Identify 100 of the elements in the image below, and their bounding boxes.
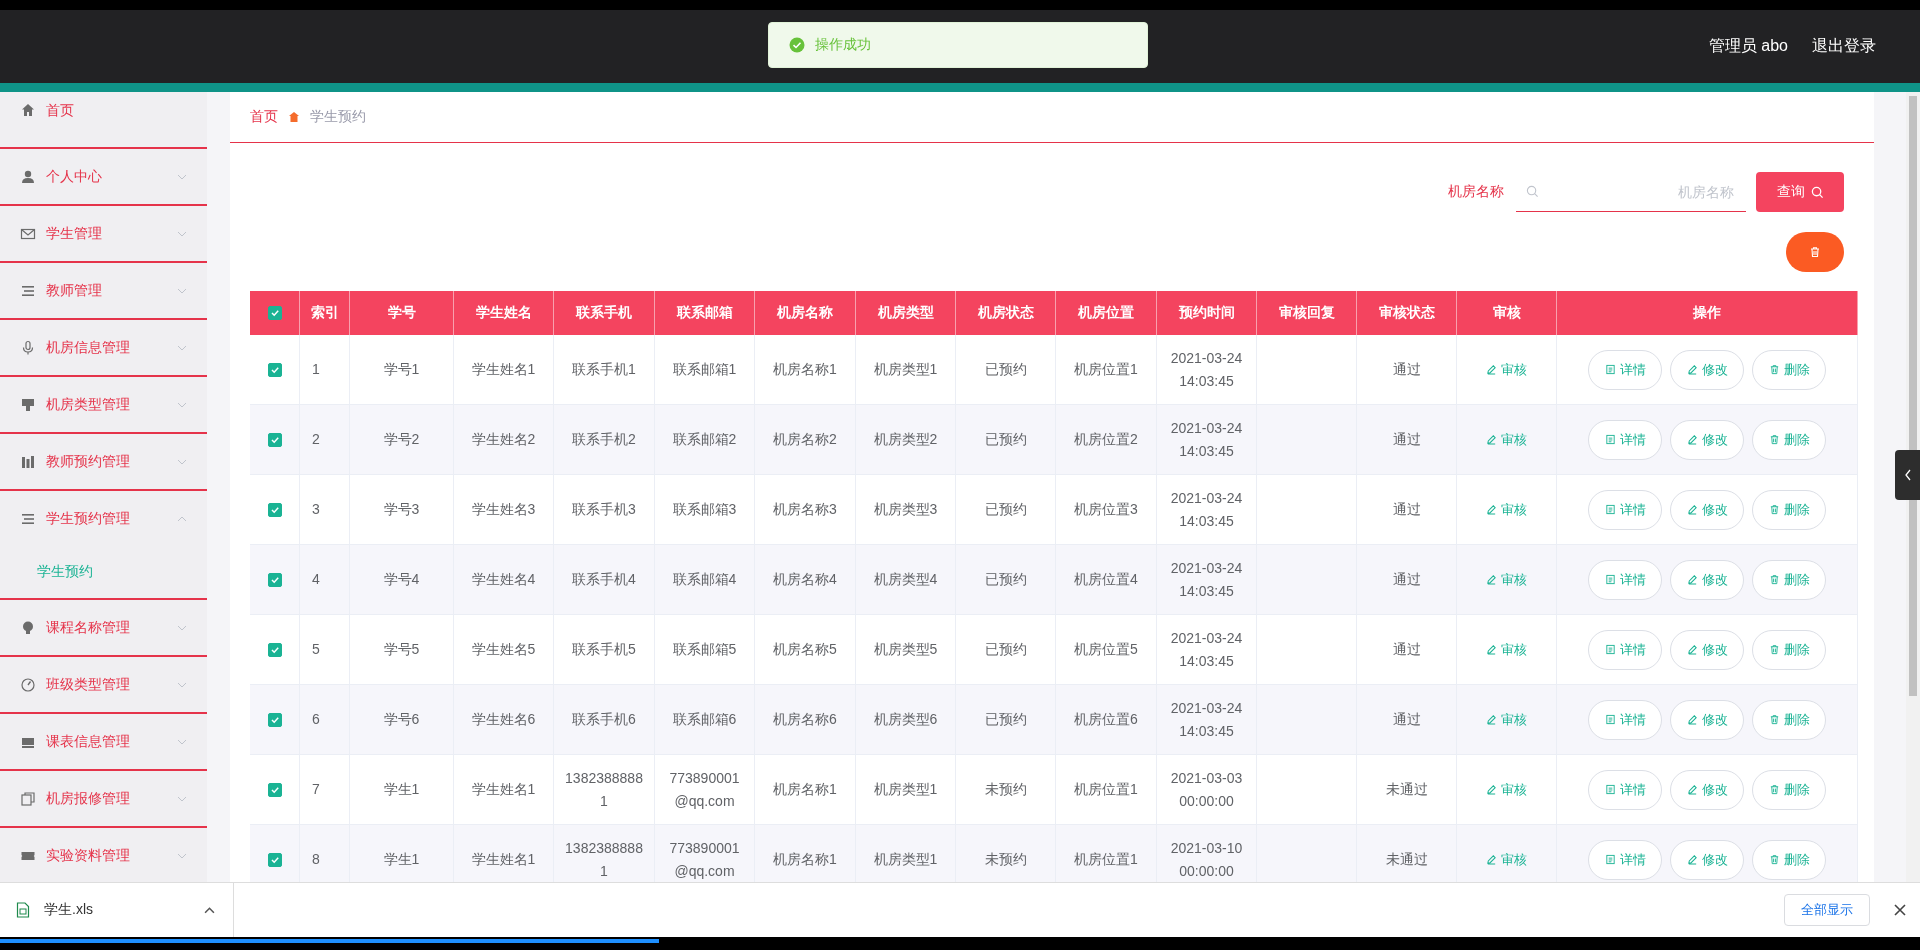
details-button[interactable]: 详情 [1588, 559, 1662, 600]
review-link[interactable]: 审核 [1486, 500, 1527, 519]
delete-row-button[interactable]: 删除 [1752, 489, 1826, 530]
menu-item[interactable]: 教师管理 [0, 263, 207, 318]
review-link[interactable]: 审核 [1486, 780, 1527, 799]
review-link[interactable]: 审核 [1486, 710, 1527, 729]
edit-button[interactable]: 修改 [1670, 629, 1744, 670]
menu-item[interactable]: 课程名称管理 [0, 600, 207, 655]
delete-row-button[interactable]: 删除 [1752, 559, 1826, 600]
row-checkbox[interactable] [267, 572, 282, 587]
search-field[interactable]: 机房名称 [1539, 182, 1736, 201]
edit-button[interactable]: 修改 [1670, 769, 1744, 810]
menu-item[interactable]: 教师预约管理 [0, 434, 207, 489]
document-icon [1604, 854, 1616, 865]
details-button[interactable]: 详情 [1588, 349, 1662, 390]
details-button[interactable]: 详情 [1588, 769, 1662, 810]
pencil-icon [1486, 784, 1497, 795]
pencil-icon [1686, 434, 1698, 445]
delete-row-button[interactable]: 删除 [1752, 699, 1826, 740]
menu-item[interactable]: 机房报修管理 [0, 771, 207, 826]
table-cell-text: 机房名称2 [773, 430, 837, 449]
breadcrumb-link[interactable]: 学生预约 [310, 108, 366, 126]
edit-button[interactable]: 修改 [1670, 419, 1744, 460]
details-button[interactable]: 详情 [1588, 629, 1662, 670]
edit-button[interactable]: 修改 [1670, 489, 1744, 530]
menu-item[interactable]: 个人中心 [0, 149, 207, 204]
table-cell-text: 机房名称1 [773, 850, 837, 869]
menu-item[interactable]: 学生管理 [0, 206, 207, 261]
delete-row-button[interactable]: 删除 [1752, 349, 1826, 390]
row-checkbox[interactable] [267, 432, 282, 447]
trash-icon [1768, 434, 1780, 445]
details-button[interactable]: 详情 [1588, 419, 1662, 460]
menu-item[interactable]: 首页 [0, 92, 207, 147]
table-cell-text: 学生姓名2 [471, 430, 536, 449]
menu-item[interactable]: 实验资料管理 [0, 828, 207, 882]
details-button[interactable]: 详情 [1588, 489, 1662, 530]
row-checkbox[interactable] [267, 712, 282, 727]
details-button[interactable]: 详情 [1588, 699, 1662, 740]
query-button[interactable]: 查询 [1756, 172, 1844, 212]
column-header: 审核回复 [1278, 304, 1335, 322]
edit-button[interactable]: 修改 [1670, 839, 1744, 880]
row-checkbox[interactable] [267, 782, 282, 797]
review-link[interactable]: 审核 [1486, 570, 1527, 589]
table-cell-text: 773890001@qq.com [668, 838, 741, 881]
review-link[interactable]: 审核 [1486, 640, 1527, 659]
delete-row-button[interactable]: 删除 [1752, 839, 1826, 880]
scrollbar-thumb[interactable] [1909, 96, 1917, 696]
row-checkbox[interactable] [267, 852, 282, 867]
table-cell-text: 机房名称1 [773, 780, 837, 799]
review-link[interactable]: 审核 [1486, 850, 1527, 869]
delete-row-button[interactable]: 删除 [1752, 769, 1826, 810]
menu-item[interactable]: 班级类型管理 [0, 657, 207, 712]
toast-message: 操作成功 [815, 36, 871, 54]
trash-icon [1768, 574, 1780, 585]
show-all-button[interactable]: 全部显示 [1784, 894, 1870, 926]
column-header: 机房状态 [977, 304, 1034, 322]
table-cell-text: 学号4 [383, 570, 420, 589]
edit-button[interactable]: 修改 [1670, 349, 1744, 390]
menu-item[interactable]: 机房类型管理 [0, 377, 207, 432]
collapse-handle[interactable] [1895, 450, 1920, 500]
table-cell-text: 机房位置1 [1074, 850, 1138, 869]
check-circle-icon [789, 37, 805, 53]
table-cell-text: 7 [312, 780, 320, 799]
review-link[interactable]: 审核 [1486, 360, 1527, 379]
document-icon [1604, 364, 1616, 375]
menu-item[interactable]: 学生预约管理 [0, 491, 207, 546]
column-header: 操作 [1693, 304, 1721, 322]
select-all-checkbox[interactable] [267, 306, 282, 320]
table-cell-text: 机房类型5 [873, 640, 938, 659]
breadcrumb-link[interactable]: 首页 [250, 108, 278, 126]
table-cell-text: 联系邮箱3 [672, 500, 737, 519]
chevron-down-icon [177, 173, 187, 180]
table-cell-text: 学生姓名6 [471, 710, 536, 729]
delete-row-button[interactable]: 删除 [1752, 629, 1826, 670]
close-icon[interactable] [1894, 904, 1906, 916]
table-cell-text: 机房类型2 [873, 430, 938, 449]
column-header: 机房类型 [877, 304, 934, 322]
table-cell-text: 机房类型3 [873, 500, 938, 519]
menu-item[interactable]: 课表信息管理 [0, 714, 207, 769]
edit-button[interactable]: 修改 [1670, 559, 1744, 600]
submenu-item[interactable]: 学生预约 [0, 546, 207, 598]
stamp-icon [20, 396, 36, 413]
row-checkbox[interactable] [267, 362, 282, 377]
delete-row-button[interactable]: 删除 [1752, 419, 1826, 460]
trash-icon [1768, 364, 1780, 375]
details-button[interactable]: 详情 [1588, 839, 1662, 880]
pencil-icon [1686, 854, 1698, 865]
search-icon [1810, 185, 1824, 199]
edit-button[interactable]: 修改 [1670, 699, 1744, 740]
table-cell-text: 机房位置1 [1074, 780, 1138, 799]
row-checkbox[interactable] [267, 502, 282, 517]
row-checkbox[interactable] [267, 642, 282, 657]
table-cell-text: 机房位置2 [1074, 430, 1138, 449]
chevron-left-icon [1903, 469, 1912, 481]
home-icon [20, 102, 36, 118]
logout-link[interactable]: 退出登录 [1812, 36, 1876, 57]
delete-button[interactable] [1786, 232, 1844, 272]
column-header: 机房名称 [777, 304, 833, 322]
menu-item[interactable]: 机房信息管理 [0, 320, 207, 375]
review-link[interactable]: 审核 [1486, 430, 1527, 449]
